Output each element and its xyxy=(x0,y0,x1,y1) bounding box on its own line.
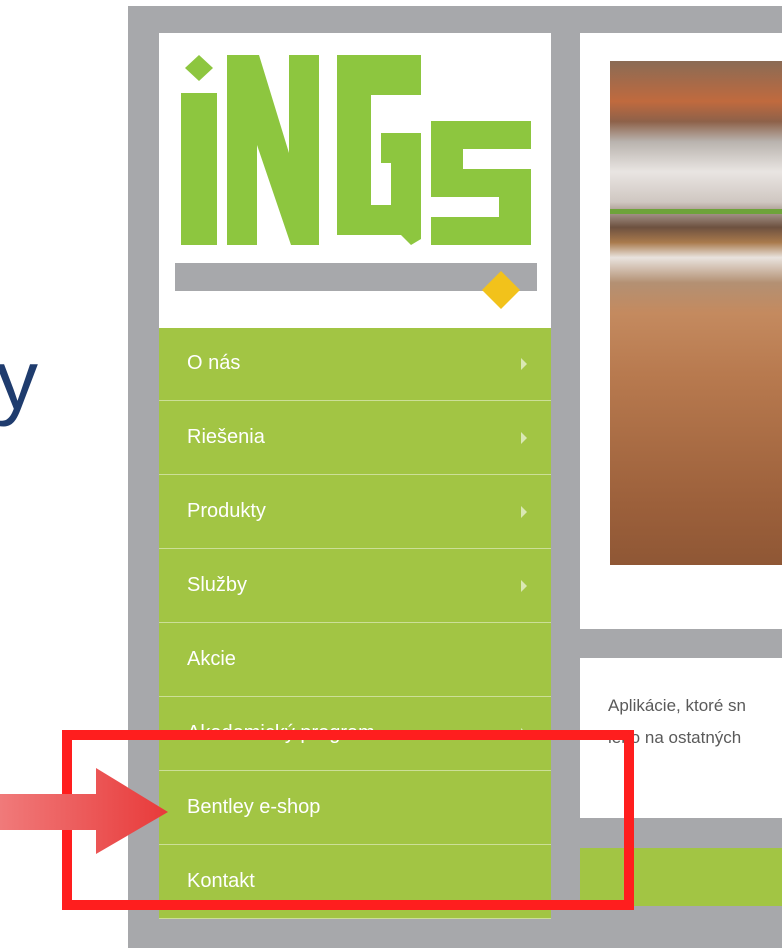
intro-text-line: lebo na ostatných xyxy=(608,728,742,747)
logo[interactable] xyxy=(159,33,551,328)
intro-text-panel: Aplikácie, ktoré sn lebo na ostatných xyxy=(580,658,782,818)
partial-heading-glyph: y xyxy=(0,333,38,427)
chevron-right-icon xyxy=(521,506,527,518)
green-bar-panel xyxy=(580,848,782,906)
chevron-right-icon xyxy=(521,358,527,370)
hero-panel xyxy=(580,33,782,629)
menu-item-akademicky-program[interactable]: Akademický program xyxy=(159,698,551,771)
menu-item-produkty[interactable]: Produkty xyxy=(159,476,551,549)
menu-item-label: Kontakt xyxy=(187,870,255,892)
intro-text-line: Aplikácie, ktoré sn xyxy=(608,696,746,715)
menu-item-bentley-eshop[interactable]: Bentley e-shop xyxy=(159,772,551,845)
chevron-right-icon xyxy=(521,728,527,740)
menu-item-label: Služby xyxy=(187,574,248,596)
menu-item-kontakt[interactable]: Kontakt xyxy=(159,846,551,919)
main-menu: O nás Riešenia Produkty Služby Akcie Aka… xyxy=(159,328,551,919)
menu-item-akcie[interactable]: Akcie xyxy=(159,624,551,697)
chevron-right-icon xyxy=(521,580,527,592)
arrow-right-icon xyxy=(0,768,168,854)
menu-item-label: Bentley e-shop xyxy=(187,796,321,818)
photo-detail xyxy=(610,209,782,214)
ings-logo-icon xyxy=(175,55,537,309)
menu-item-label: Produkty xyxy=(187,500,266,522)
hero-image xyxy=(610,61,782,565)
sidebar: O nás Riešenia Produkty Služby Akcie Aka… xyxy=(159,33,551,919)
menu-item-label: Akcie xyxy=(187,648,236,670)
menu-item-label: Akademický program xyxy=(187,722,375,744)
menu-item-o-nas[interactable]: O nás xyxy=(159,328,551,401)
menu-item-sluzby[interactable]: Služby xyxy=(159,550,551,623)
menu-item-label: O nás xyxy=(187,352,241,374)
menu-item-label: Riešenia xyxy=(187,426,265,448)
chevron-right-icon xyxy=(521,432,527,444)
menu-item-riesenia[interactable]: Riešenia xyxy=(159,402,551,475)
